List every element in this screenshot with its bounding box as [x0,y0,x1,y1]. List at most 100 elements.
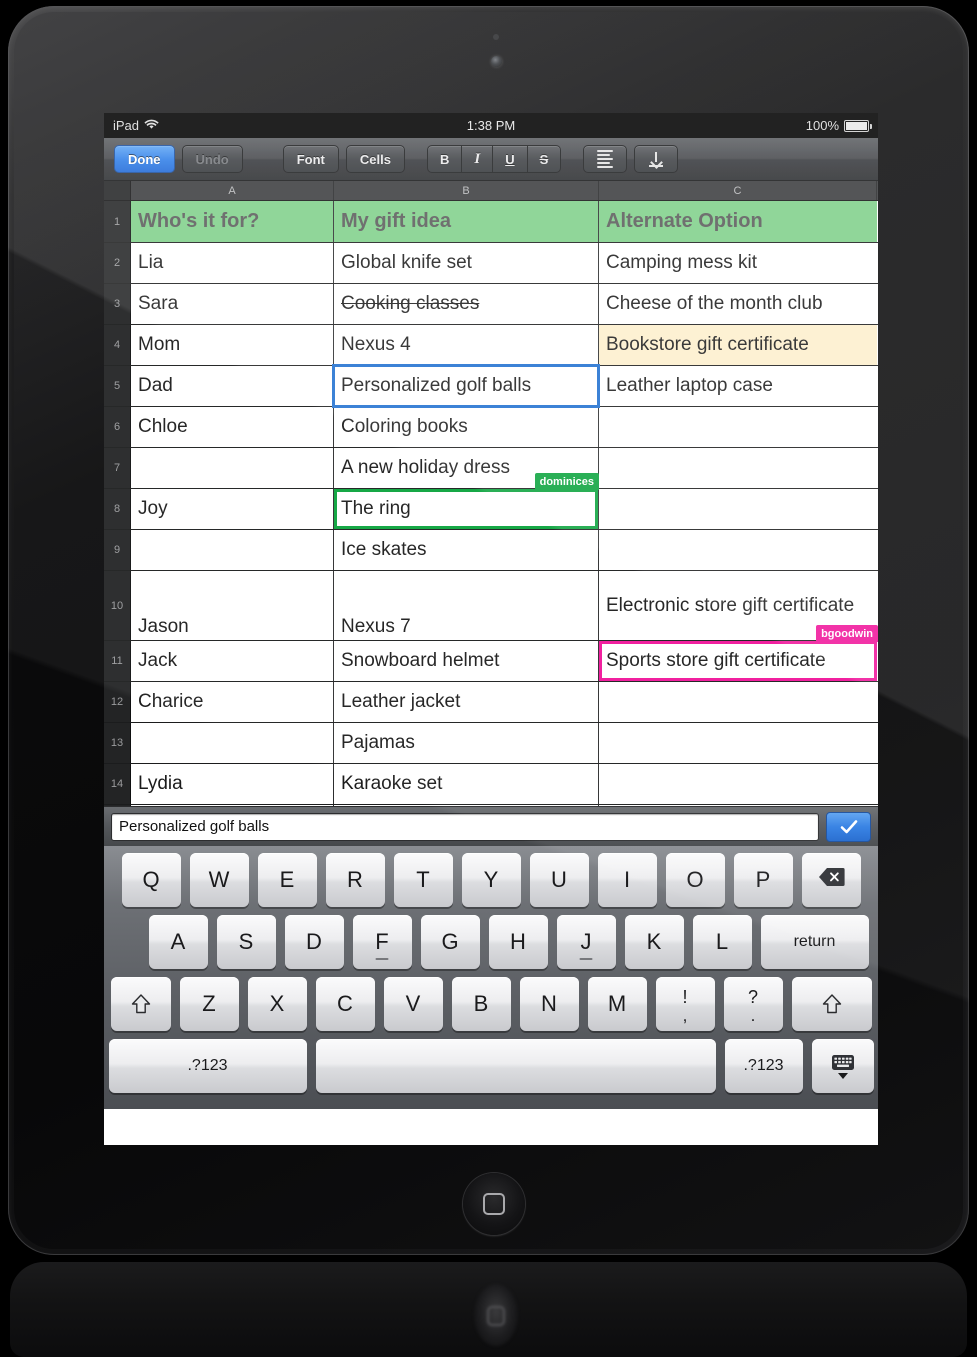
cell-a7[interactable] [131,448,334,488]
vertical-align-button[interactable] [634,145,679,173]
cell-c11[interactable]: Sports store gift certificate bgoodwin [599,625,878,681]
key-k[interactable]: K [624,915,684,969]
cell-a11[interactable]: Jack [131,641,334,681]
italic-button[interactable]: I [462,145,494,173]
cell-a9[interactable] [131,530,334,570]
key-l[interactable]: L [692,915,752,969]
cell-a12[interactable]: Charice [131,682,334,722]
key-o[interactable]: O [665,853,725,907]
cell-a8[interactable]: Joy [131,489,334,529]
cell-b13[interactable]: Pajamas [334,723,599,763]
cell-b2[interactable]: Global knife set [334,243,599,283]
key-m[interactable]: M [587,977,647,1031]
cell-a6[interactable]: Chloe [131,407,334,447]
cell-b10[interactable]: Nexus 7 [334,571,599,640]
key-v[interactable]: V [383,977,443,1031]
cell-c8[interactable] [599,489,877,529]
row-header[interactable]: 13 [104,723,131,763]
cell-a10[interactable]: Jason [131,571,334,640]
key-w[interactable]: W [189,853,249,907]
row-header[interactable]: 4 [104,325,131,365]
cell-c13[interactable] [599,723,877,763]
cell-b8[interactable]: The ring dominices [334,473,599,529]
underline-button[interactable]: U [493,145,528,173]
strikethrough-button[interactable]: S [527,145,562,173]
key-t[interactable]: T [393,853,453,907]
collaborators-button[interactable] [830,146,864,172]
cell-c3[interactable]: Cheese of the month club [599,284,877,324]
key-r[interactable]: R [325,853,385,907]
key-z[interactable]: Z [179,977,239,1031]
column-header-b[interactable]: B [334,181,599,200]
key-shift-right[interactable] [791,977,872,1031]
cell-b6[interactable]: Coloring books [334,407,599,447]
key-backspace[interactable] [801,853,861,907]
row-header[interactable]: 3 [104,284,131,324]
home-button[interactable] [463,1173,525,1235]
cell-b4[interactable]: Nexus 4 [334,325,599,365]
cell-c12[interactable] [599,682,877,722]
key-e[interactable]: E [257,853,317,907]
cell-b1[interactable]: My gift idea [334,201,599,242]
key-n[interactable]: N [519,977,579,1031]
row-header[interactable]: 15 [104,805,131,806]
cell-a3[interactable]: Sara [131,284,334,324]
row-header[interactable]: 11 [104,641,131,681]
cell-b3[interactable]: Cooking classes [334,284,599,324]
key-f[interactable]: F [352,915,412,969]
key-return[interactable]: return [760,915,869,969]
key-exclamation-comma[interactable]: ! , [655,977,715,1031]
bold-button[interactable]: B [426,145,463,173]
cell-b14[interactable]: Karaoke set [334,764,599,804]
key-a[interactable]: A [148,915,208,969]
accept-edit-button[interactable] [826,811,871,842]
key-hide-keyboard[interactable] [811,1039,874,1093]
key-s[interactable]: S [216,915,276,969]
row-header[interactable]: 14 [104,764,131,804]
row-header[interactable]: 8 [104,489,131,529]
row-header[interactable]: 1 [104,201,131,242]
key-d[interactable]: D [284,915,344,969]
row-header[interactable]: 6 [104,407,131,447]
cell-a15[interactable]: Joe [131,805,334,806]
cell-c7[interactable] [599,448,877,488]
cell-c1[interactable]: Alternate Option [599,201,877,242]
row-header[interactable]: 9 [104,530,131,570]
cell-c15[interactable] [599,805,877,806]
cells-button[interactable]: Cells [345,145,405,173]
key-x[interactable]: X [247,977,307,1031]
key-i[interactable]: I [597,853,657,907]
cell-b11[interactable]: Snowboard helmet [334,641,599,681]
cell-a13[interactable] [131,723,334,763]
row-header[interactable]: 7 [104,448,131,488]
cell-a5[interactable]: Dad [131,366,334,406]
cell-a1[interactable]: Who's it for? [131,201,334,242]
key-h[interactable]: H [488,915,548,969]
cell-c5[interactable]: Leather laptop case [599,366,877,406]
cell-c14[interactable] [599,764,877,804]
cell-b12[interactable]: Leather jacket [334,682,599,722]
key-p[interactable]: P [733,853,793,907]
done-button[interactable]: Done [114,145,175,173]
row-header[interactable]: 5 [104,366,131,406]
key-space[interactable] [315,1039,716,1093]
cell-c9[interactable] [599,530,877,570]
cell-a2[interactable]: Lia [131,243,334,283]
row-header[interactable]: 10 [104,571,131,640]
key-b[interactable]: B [451,977,511,1031]
font-button[interactable]: Font [282,145,339,173]
key-y[interactable]: Y [461,853,521,907]
key-q[interactable]: Q [121,853,181,907]
cell-b9[interactable]: Ice skates [334,530,599,570]
cell-a4[interactable]: Mom [131,325,334,365]
key-c[interactable]: C [315,977,375,1031]
row-header[interactable]: 2 [104,243,131,283]
key-u[interactable]: U [529,853,589,907]
key-question-period[interactable]: ? . [723,977,783,1031]
cell-c2[interactable]: Camping mess kit [599,243,877,283]
key-shift-left[interactable] [110,977,171,1031]
text-align-button[interactable] [583,145,628,173]
key-g[interactable]: G [420,915,480,969]
cell-c4[interactable]: Bookstore gift certificate [599,325,877,365]
cell-b15[interactable]: Messenger bag [334,805,599,806]
